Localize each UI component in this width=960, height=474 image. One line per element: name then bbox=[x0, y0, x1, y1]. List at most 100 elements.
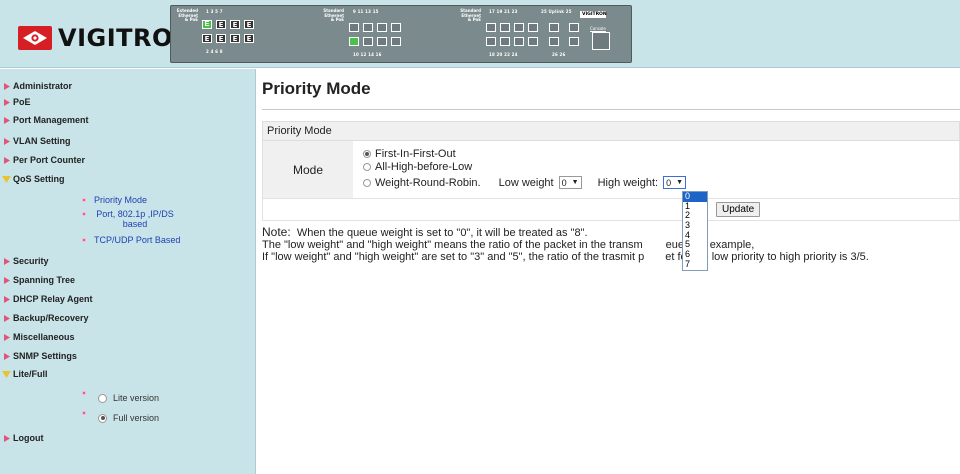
port-numbers-top: 1 3 5 7 bbox=[206, 9, 223, 14]
lite-version-option[interactable]: Lite version bbox=[82, 391, 159, 403]
arrow-icon bbox=[2, 352, 11, 361]
high-weight-select[interactable]: 0 ▼ bbox=[663, 176, 687, 189]
chevron-down-icon: ▼ bbox=[571, 179, 579, 186]
port-numbers-bottom: 10 12 14 16 bbox=[353, 52, 382, 57]
sidebar-item-miscellaneous[interactable]: Miscellaneous bbox=[0, 332, 75, 342]
sidebar-item-backup-recovery[interactable]: Backup/Recovery bbox=[0, 313, 89, 323]
port-numbers-bottom: 26 26 bbox=[552, 52, 566, 57]
arrow-icon bbox=[2, 257, 11, 266]
port-4[interactable]: E bbox=[216, 34, 226, 43]
weight-round-robin-option[interactable]: Weight-Round-Robin. Low weight 0 ▼ High w… bbox=[363, 176, 687, 189]
sidebar-item-lite-full[interactable]: Lite/Full bbox=[0, 369, 48, 379]
page-title: Priority Mode bbox=[262, 79, 371, 98]
port-8[interactable]: E bbox=[244, 34, 254, 43]
standard-ethernet-label: Standard Ethernet & PoE bbox=[460, 8, 481, 22]
port-5[interactable]: E bbox=[230, 20, 240, 29]
sidebar-item-vlan-setting[interactable]: VLAN Setting bbox=[0, 136, 71, 146]
note-line-1: When the queue weight is set to "0", it … bbox=[296, 227, 588, 239]
sidebar-subitem-priority-mode[interactable]: Priority Mode bbox=[82, 195, 184, 205]
sidebar-item-per-port-counter[interactable]: Per Port Counter bbox=[0, 155, 85, 165]
sidebar-item-security[interactable]: Security bbox=[0, 256, 49, 266]
arrow-icon bbox=[2, 314, 11, 323]
update-button[interactable]: Update bbox=[716, 202, 761, 217]
weight-round-robin-radio[interactable] bbox=[363, 178, 371, 187]
expanded-arrow-icon bbox=[2, 175, 11, 184]
port-24[interactable] bbox=[528, 37, 538, 46]
bullet-icon bbox=[82, 238, 86, 242]
port-1[interactable]: E bbox=[202, 20, 212, 29]
note-line-2: The "low weight" and "high weight" means… bbox=[262, 239, 643, 251]
fifo-option[interactable]: First-In-First-Out bbox=[363, 148, 456, 160]
mode-row: Mode First-In-First-Out All-High-before-… bbox=[262, 141, 960, 199]
port-17[interactable] bbox=[486, 23, 496, 32]
port-13[interactable] bbox=[377, 23, 387, 32]
expanded-arrow-icon bbox=[2, 370, 11, 379]
main-content: Priority Mode Priority Mode Mode First-I… bbox=[257, 69, 960, 474]
sidebar-item-dhcp-relay-agent[interactable]: DHCP Relay Agent bbox=[0, 294, 93, 304]
arrow-icon bbox=[2, 434, 11, 443]
port-3[interactable]: E bbox=[216, 20, 226, 29]
high-weight-label: High weight: bbox=[597, 176, 659, 189]
high-weight-dropdown-list[interactable]: 0 1 2 3 4 5 6 7 bbox=[682, 191, 708, 271]
dropdown-option[interactable]: 7 bbox=[683, 259, 707, 270]
note-line-3: If "low weight" and "high weight" are se… bbox=[262, 251, 645, 263]
sidebar-subitem-tcp-udp-port[interactable]: TCP/UDP Port Based bbox=[82, 235, 214, 245]
sidebar-item-poe[interactable]: PoE bbox=[0, 97, 31, 107]
sidebar-subitem-port-8021p-ipds[interactable]: Port, 802.1p ,IP/DS based bbox=[82, 209, 176, 229]
bullet-icon bbox=[82, 198, 86, 202]
sidebar-item-port-management[interactable]: Port Management bbox=[0, 115, 89, 125]
arrow-icon bbox=[2, 98, 11, 107]
port-7[interactable]: E bbox=[244, 20, 254, 29]
port-14[interactable] bbox=[377, 37, 387, 46]
port-18[interactable] bbox=[486, 37, 496, 46]
port-12[interactable] bbox=[363, 37, 373, 46]
port-15[interactable] bbox=[391, 23, 401, 32]
arrow-icon bbox=[2, 137, 11, 146]
port-20[interactable] bbox=[500, 37, 510, 46]
port-16[interactable] bbox=[391, 37, 401, 46]
low-weight-select[interactable]: 0 ▼ bbox=[558, 176, 582, 189]
divider bbox=[262, 109, 960, 110]
port-26-uplink[interactable] bbox=[549, 37, 559, 46]
port-6[interactable]: E bbox=[230, 34, 240, 43]
sidebar-item-qos-setting[interactable]: QoS Setting bbox=[0, 174, 65, 184]
extended-ethernet-label: Extended Ethernet & PoE bbox=[176, 8, 198, 22]
sidebar-item-snmp-settings[interactable]: SNMP Settings bbox=[0, 351, 77, 361]
fifo-radio[interactable] bbox=[363, 150, 371, 158]
port-2[interactable]: E bbox=[202, 34, 212, 43]
sidebar-item-logout[interactable]: Logout bbox=[0, 433, 44, 443]
arrow-icon bbox=[2, 333, 11, 342]
panel-header: Priority Mode bbox=[262, 121, 960, 141]
port-22[interactable] bbox=[514, 37, 524, 46]
sidebar-item-administrator[interactable]: Administrator bbox=[0, 81, 72, 91]
port-25-uplink[interactable] bbox=[549, 23, 559, 32]
bullet-icon bbox=[82, 391, 86, 395]
header-banner: VIGITRON Extended Ethernet & PoE 1 3 5 7… bbox=[0, 0, 960, 68]
port-11[interactable] bbox=[363, 23, 373, 32]
port-19[interactable] bbox=[500, 23, 510, 32]
port-numbers-top: 17 19 21 23 bbox=[489, 9, 518, 14]
port-9[interactable] bbox=[349, 23, 359, 32]
notes-section: Note: When the queue weight is set to "0… bbox=[262, 226, 869, 263]
sidebar-nav: Administrator PoE Port Management VLAN S… bbox=[0, 69, 256, 474]
port-10[interactable] bbox=[349, 37, 359, 46]
full-version-radio[interactable] bbox=[98, 413, 107, 423]
port-numbers-bottom: 18 20 22 24 bbox=[489, 52, 518, 57]
lite-version-radio[interactable] bbox=[98, 393, 107, 403]
brand-logo: VIGITRON bbox=[18, 24, 193, 52]
port-25-sfp[interactable] bbox=[569, 23, 579, 32]
sidebar-item-spanning-tree[interactable]: Spanning Tree bbox=[0, 275, 75, 285]
all-high-before-low-radio[interactable] bbox=[363, 163, 371, 171]
low-weight-label: Low weight bbox=[498, 176, 554, 189]
port-21[interactable] bbox=[514, 23, 524, 32]
port-26-sfp[interactable] bbox=[569, 37, 579, 46]
all-high-before-low-option[interactable]: All-High-before-Low bbox=[363, 161, 472, 173]
mode-label: Mode bbox=[263, 141, 353, 198]
arrow-icon bbox=[2, 82, 11, 91]
bullet-icon bbox=[82, 411, 86, 415]
console-port[interactable] bbox=[592, 32, 610, 50]
console-label: Console bbox=[590, 26, 606, 31]
port-numbers-top: 9 11 13 15 bbox=[353, 9, 379, 14]
port-23[interactable] bbox=[528, 23, 538, 32]
full-version-option[interactable]: Full version bbox=[82, 411, 159, 423]
